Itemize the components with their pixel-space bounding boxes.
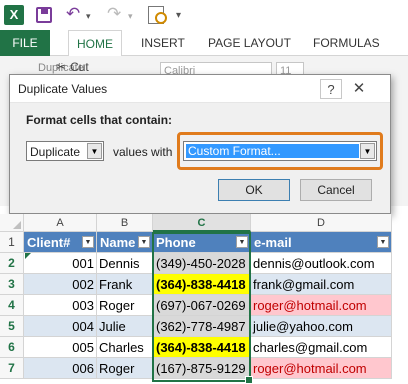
dialog-titlebar[interactable]: Duplicate Values ? ✕ <box>10 75 390 103</box>
filter-dropdown-icon[interactable]: ▼ <box>138 236 150 248</box>
dialog-prompt: Format cells that contain: <box>26 113 173 127</box>
duplicate-type-select[interactable]: Duplicate ▼ <box>26 141 104 161</box>
name-cell[interactable]: Frank <box>97 274 153 295</box>
client-cell[interactable]: 006 <box>24 358 97 379</box>
redo-dropdown-icon[interactable]: ▾ <box>128 6 133 26</box>
client-cell[interactable]: 004 <box>24 316 97 337</box>
cut-button[interactable]: ✂ Cut <box>56 60 89 74</box>
column-header-b[interactable]: B <box>97 214 153 232</box>
header-phone-cell[interactable]: Phone ▼ <box>153 232 251 253</box>
phone-cell[interactable]: (167)-875-9129 <box>153 358 251 379</box>
worksheet[interactable]: A B C D 1234567 Client# ▼ Name ▼ Phone ▼ e-mai… <box>0 214 408 384</box>
row-header[interactable]: 4 <box>0 295 24 316</box>
ok-button[interactable]: OK <box>218 179 290 201</box>
filter-dropdown-icon[interactable]: ▼ <box>82 236 94 248</box>
phone-cell[interactable]: (697)-067-0269 <box>153 295 251 316</box>
format-select[interactable]: Custom Format... ▼ <box>183 141 377 161</box>
row-header[interactable]: 2 <box>0 253 24 274</box>
undo-icon[interactable]: ↶ <box>66 4 80 24</box>
client-cell[interactable]: 005 <box>24 337 97 358</box>
client-cell[interactable]: 001 <box>24 253 97 274</box>
email-cell[interactable]: dennis@outlook.com <box>251 253 392 274</box>
email-cell[interactable]: roger@hotmail.com <box>251 295 392 316</box>
tab-formulas[interactable]: FORMULAS <box>313 30 380 56</box>
header-name-cell[interactable]: Name ▼ <box>97 232 153 253</box>
name-cell[interactable]: Julie <box>97 316 153 337</box>
header-name-label: Name <box>100 235 136 250</box>
quick-access-toolbar: X ↶ ▾ ↷ ▾ ▾ <box>0 0 408 30</box>
client-cell[interactable]: 002 <box>24 274 97 295</box>
help-button[interactable]: ? <box>320 79 342 99</box>
name-cell[interactable]: Charles <box>97 337 153 358</box>
row-header[interactable]: 6 <box>0 337 24 358</box>
header-client-cell[interactable]: Client# ▼ <box>24 232 97 253</box>
row-header[interactable]: 3 <box>0 274 24 295</box>
filter-dropdown-icon[interactable]: ▼ <box>236 236 248 248</box>
ribbon-tabs: FILE HOME INSERT PAGE LAYOUT FORMULAS <box>0 30 408 57</box>
scissors-icon: ✂ <box>56 60 67 74</box>
excel-logo-icon: X <box>4 5 24 25</box>
column-header-c[interactable]: C <box>153 214 251 232</box>
header-email-cell[interactable]: e-mail ▼ <box>251 232 392 253</box>
error-indicator-icon <box>25 253 31 259</box>
customize-toolbar-icon[interactable]: ▾ <box>176 6 181 26</box>
email-cell[interactable]: frank@gmail.com <box>251 274 392 295</box>
chevron-down-icon[interactable]: ▼ <box>360 143 375 159</box>
header-client-label: Client# <box>27 235 71 250</box>
close-button[interactable]: ✕ <box>348 79 370 99</box>
name-cell[interactable]: Roger <box>97 295 153 316</box>
duplicate-values-dialog: Duplicate Values ? ✕ Format cells that c… <box>9 74 391 214</box>
form-icon[interactable] <box>148 6 167 24</box>
filter-dropdown-icon[interactable]: ▼ <box>377 236 389 248</box>
chevron-down-icon[interactable]: ▼ <box>87 143 102 159</box>
header-email-label: e-mail <box>254 235 292 250</box>
row-header[interactable]: 1 <box>0 232 24 253</box>
format-select-value: Custom Format... <box>186 144 359 158</box>
duplicate-type-value: Duplicate <box>30 145 81 159</box>
email-cell[interactable]: julie@yahoo.com <box>251 316 392 337</box>
tab-insert[interactable]: INSERT <box>141 30 185 56</box>
select-all-corner[interactable] <box>0 214 24 232</box>
redo-icon[interactable]: ↷ <box>107 4 121 24</box>
header-phone-label: Phone <box>156 235 196 250</box>
phone-cell[interactable]: (362)-778-4987 <box>153 316 251 337</box>
client-cell[interactable]: 003 <box>24 295 97 316</box>
row-header[interactable]: 5 <box>0 316 24 337</box>
tab-file[interactable]: FILE <box>0 30 50 56</box>
phone-cell[interactable]: (349)-450-2028 <box>153 253 251 274</box>
dialog-title: Duplicate Values <box>18 82 108 96</box>
tab-page-layout[interactable]: PAGE LAYOUT <box>208 30 291 56</box>
save-icon[interactable] <box>36 7 52 23</box>
email-cell[interactable]: roger@hotmail.com <box>251 358 392 379</box>
cancel-button[interactable]: Cancel <box>300 179 372 201</box>
name-cell[interactable]: Roger <box>97 358 153 379</box>
phone-cell[interactable]: (364)-838-4418 <box>153 274 251 295</box>
email-cell[interactable]: charles@gmail.com <box>251 337 392 358</box>
column-header-a[interactable]: A <box>24 214 97 232</box>
cut-label: Cut <box>70 60 89 74</box>
column-header-d[interactable]: D <box>251 214 392 232</box>
tab-home[interactable]: HOME <box>68 30 122 57</box>
values-with-label: values with <box>113 145 173 159</box>
undo-dropdown-icon[interactable]: ▾ <box>86 6 91 26</box>
phone-cell[interactable]: (364)-838-4418 <box>153 337 251 358</box>
row-header[interactable]: 7 <box>0 358 24 379</box>
name-cell[interactable]: Dennis <box>97 253 153 274</box>
